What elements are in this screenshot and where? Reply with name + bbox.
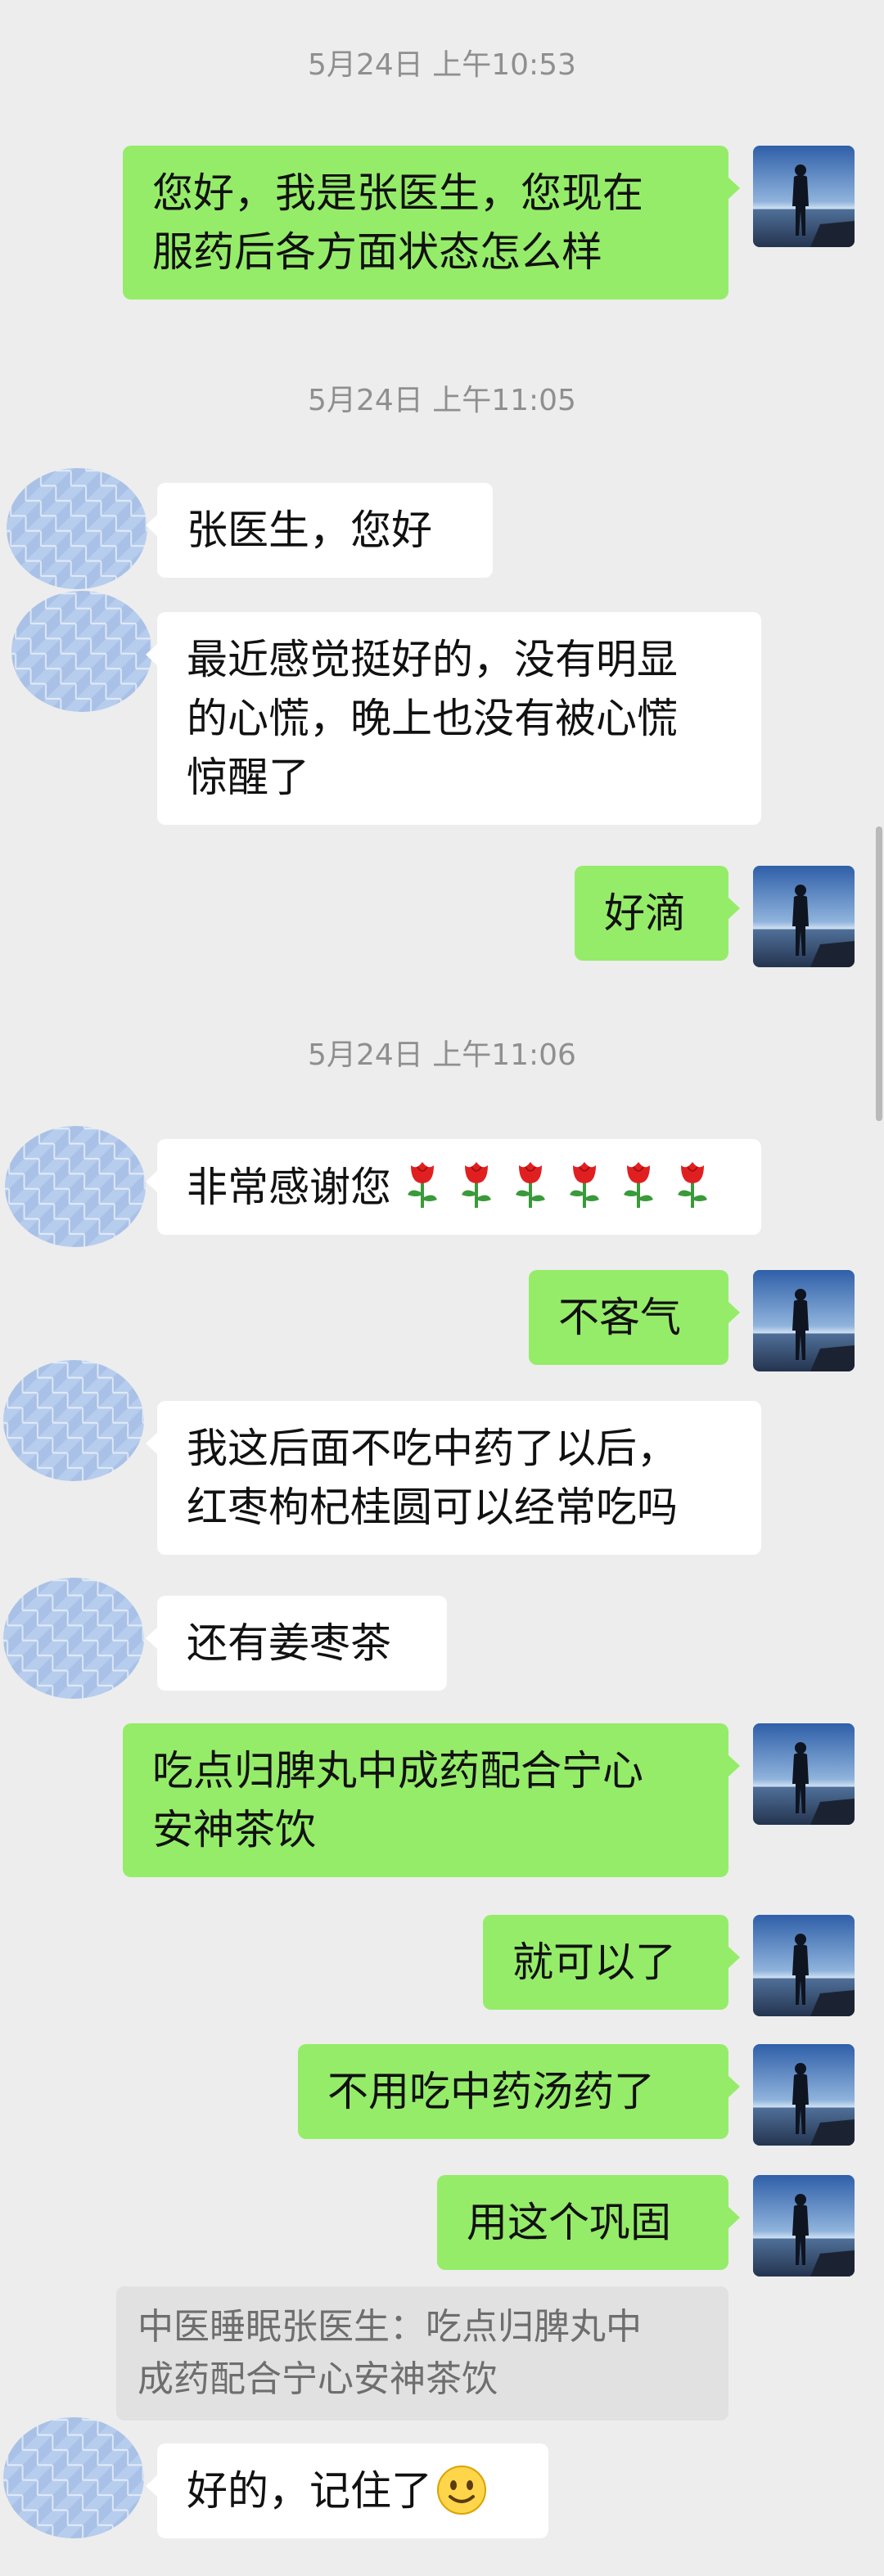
my-avatar-icon[interactable] xyxy=(753,2044,855,2146)
message-bubble-received[interactable]: 好的，记住了 xyxy=(146,2443,548,2538)
my-avatar-icon[interactable] xyxy=(753,146,855,247)
rose-icon xyxy=(670,1157,715,1209)
my-avatar-icon[interactable] xyxy=(753,1915,855,2016)
timestamp: 5月24日 上午11:05 xyxy=(308,384,576,417)
contact-avatar-icon[interactable] xyxy=(0,1573,147,1704)
scrollbar[interactable] xyxy=(876,826,882,1121)
message-bubble-sent[interactable]: 不用吃中药汤药了 xyxy=(298,2044,740,2139)
message-text: 非常感谢您 xyxy=(187,1164,391,1211)
quoted-message[interactable]: 中医睡眠张医生：吃点归脾丸中 成药配合宁心安神茶饮 xyxy=(116,2286,728,2421)
rose-icon xyxy=(399,1157,445,1209)
message-text: 好的，记住了 xyxy=(187,2467,432,2515)
timestamp: 5月24日 上午10:53 xyxy=(308,48,576,82)
message-bubble-sent[interactable]: 用这个巩固 xyxy=(437,2175,740,2270)
rose-icon xyxy=(453,1157,499,1209)
contact-avatar-icon[interactable] xyxy=(0,1355,147,1486)
message-bubble-received[interactable]: 我这后面不吃中药了以后， 红枣枸杞桂圆可以经常吃吗 xyxy=(146,1401,761,1555)
my-avatar-icon[interactable] xyxy=(753,866,855,967)
message-bubble-sent[interactable]: 好滴 xyxy=(575,866,740,961)
smiley-icon xyxy=(435,2464,488,2516)
message-bubble-received[interactable]: 张医生，您好 xyxy=(146,483,493,578)
message-bubble-sent[interactable]: 就可以了 xyxy=(483,1915,740,2010)
contact-avatar-icon[interactable] xyxy=(3,463,151,594)
message-bubble-received[interactable]: 非常感谢您 xyxy=(146,1139,761,1235)
my-avatar-icon[interactable] xyxy=(753,1270,855,1371)
rose-icon xyxy=(562,1157,607,1209)
timestamp: 5月24日 上午11:06 xyxy=(308,1038,576,1072)
message-bubble-received[interactable]: 最近感觉挺好的，没有明显 的心慌，晚上也没有被心慌 惊醒了 xyxy=(146,612,761,825)
contact-avatar-icon[interactable] xyxy=(2,1121,149,1252)
rose-icon xyxy=(616,1157,661,1209)
message-bubble-sent[interactable]: 您好，我是张医生，您现在 服药后各方面状态怎么样 xyxy=(123,146,740,299)
message-bubble-sent[interactable]: 不客气 xyxy=(529,1270,740,1365)
message-bubble-sent[interactable]: 吃点归脾丸中成药配合宁心 安神茶饮 xyxy=(123,1723,740,1877)
message-bubble-received[interactable]: 还有姜枣茶 xyxy=(146,1596,447,1691)
my-avatar-icon[interactable] xyxy=(753,2175,855,2277)
my-avatar-icon[interactable] xyxy=(753,1723,855,1825)
contact-avatar-icon[interactable] xyxy=(0,2412,147,2543)
rose-icon xyxy=(507,1157,553,1209)
contact-avatar-icon[interactable] xyxy=(8,586,156,717)
